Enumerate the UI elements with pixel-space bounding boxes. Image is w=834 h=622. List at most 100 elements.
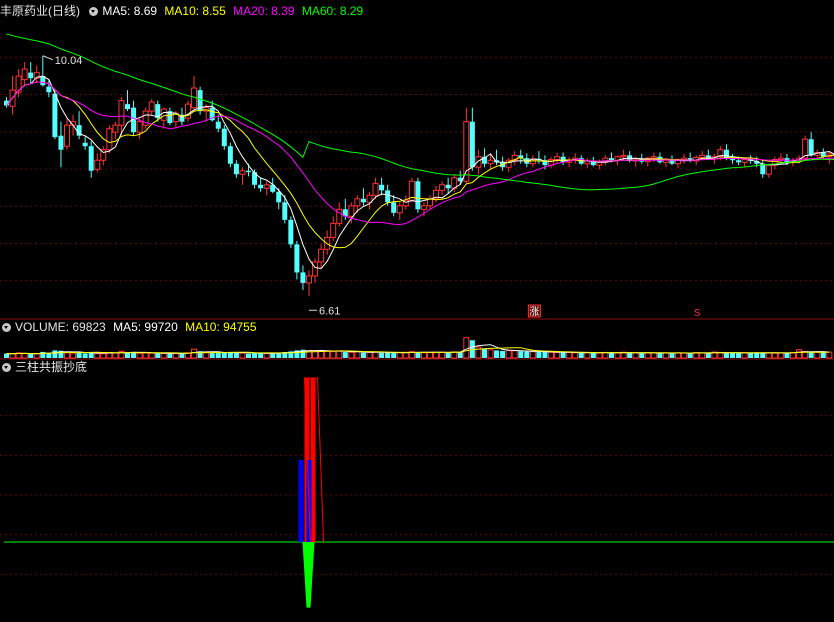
stock-name[interactable]: 丰原药业 (0, 4, 48, 18)
candle-body (246, 171, 251, 172)
volume-bar (512, 351, 517, 358)
volume-bar (397, 353, 402, 358)
candle-body (119, 101, 124, 126)
settings-icon[interactable] (2, 363, 11, 372)
candle-body (415, 181, 420, 209)
volume-bar (494, 350, 499, 358)
volume-bar (682, 353, 687, 358)
candle-body (742, 160, 747, 163)
indicator-label: 三柱共振抄底 (15, 360, 87, 374)
volume-bar (167, 353, 172, 358)
volume-bar (724, 353, 729, 358)
volume-bar (464, 338, 469, 358)
candle-body (288, 220, 293, 245)
candle-body (107, 129, 112, 150)
candle-body (125, 104, 130, 109)
volume-bar (706, 353, 711, 358)
volume-bar (52, 350, 57, 358)
volume-bar (355, 352, 360, 358)
candle-body (216, 122, 221, 129)
volume-bar (246, 354, 251, 358)
candle-body (682, 158, 687, 159)
volume-bar (670, 353, 675, 358)
volume-bar (603, 352, 608, 358)
candle-body (349, 206, 354, 217)
candle-body (361, 199, 366, 203)
ma5-line (7, 76, 834, 268)
volume-bar (222, 353, 227, 358)
settings-icon[interactable] (2, 323, 11, 332)
candle-body (555, 157, 560, 160)
candle-body (724, 150, 729, 158)
chart-stage: 10.046.61涨S 丰原药业(日线) MA5: 8.69 MA10: 8.5… (0, 0, 834, 617)
volume-header: VOLUME: 69823 MA5: 99720 MA10: 94755 (0, 318, 261, 336)
volume-bar (179, 354, 184, 358)
candle-body (113, 125, 118, 132)
volume-bar (240, 353, 245, 358)
candle-body (16, 76, 21, 92)
ma60-label: MA60: 8.29 (302, 4, 363, 18)
volume-bar (173, 354, 178, 358)
volume-bar (137, 353, 142, 358)
settings-icon[interactable] (89, 7, 98, 16)
candle-body (766, 165, 771, 174)
volume-bar (536, 352, 541, 358)
candle-body (282, 202, 287, 220)
candle-body (52, 94, 57, 137)
volume-bar (101, 354, 106, 358)
candle-body (22, 69, 27, 80)
ma10-label: MA10: 8.55 (164, 4, 225, 18)
volume-label: VOLUME: 69823 (15, 320, 106, 334)
volume-bar (421, 353, 426, 358)
volume-bar (125, 353, 130, 358)
candle-body (161, 109, 166, 120)
high-label: 10.04 (55, 55, 83, 67)
volume-bar (639, 353, 644, 358)
candle-body (28, 73, 33, 79)
volume-bar (434, 352, 439, 358)
volume-bar (797, 350, 802, 358)
volume-bar (113, 353, 118, 358)
volume-bar (325, 351, 330, 358)
volume-bar (482, 349, 487, 358)
candle-body (331, 223, 336, 237)
volume-bar (216, 353, 221, 358)
volume-bar (809, 352, 814, 358)
volume-bar (742, 353, 747, 358)
volume-bar (143, 353, 148, 358)
candle-body (609, 158, 614, 160)
volume-bar (210, 353, 215, 358)
candle-body (264, 185, 269, 189)
volume-bar (385, 353, 390, 358)
volume-bar (778, 353, 783, 358)
volume-bar (337, 351, 342, 358)
sell-mark: S (694, 308, 701, 319)
candle-body (700, 155, 705, 157)
ma10-line (7, 82, 834, 248)
volume-bar (730, 353, 735, 358)
volume-bar (573, 353, 578, 358)
volume-bar (567, 352, 572, 358)
volume-bar (627, 353, 632, 358)
volume-bar (609, 353, 614, 358)
volume-ma10-line (7, 348, 830, 354)
candle-body (89, 146, 94, 171)
candle-body (373, 183, 378, 195)
volume-bar (95, 354, 100, 358)
candle-body (83, 143, 88, 147)
candle-body (440, 185, 445, 191)
volume-ma5-label: MA5: 99720 (113, 320, 178, 334)
ma5-label: MA5: 8.69 (102, 4, 157, 18)
volume-bar (488, 350, 493, 358)
volume-bar (270, 353, 275, 358)
candle-body (597, 162, 602, 165)
volume-bar (440, 352, 445, 358)
volume-bar (821, 352, 826, 358)
volume-bar (379, 353, 384, 358)
volume-bar (555, 352, 560, 358)
volume-bar (591, 353, 596, 358)
volume-bar (149, 353, 154, 358)
low-label: 6.61 (319, 305, 340, 317)
volume-bar (827, 352, 832, 358)
indicator-bar-blue (298, 460, 303, 542)
